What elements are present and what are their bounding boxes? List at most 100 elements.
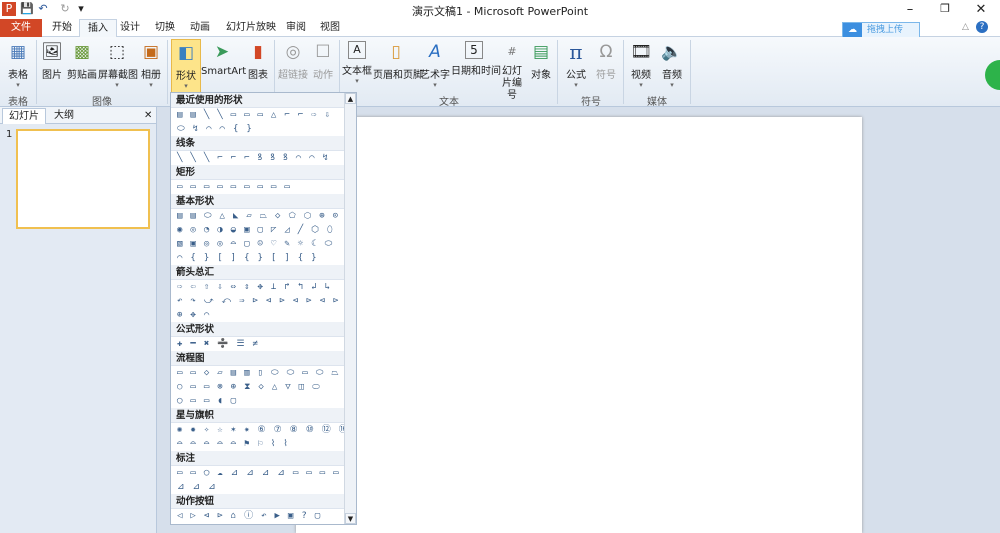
shapes-button[interactable]: ◧ 形状 ▾ <box>171 39 201 94</box>
label: 图表 <box>248 70 268 81</box>
shape-row[interactable]: ▭▭◯☁⊿⊿⊿⊿▭▭▭▭ <box>171 466 345 480</box>
shape-row[interactable]: ⊿⊿⊿ <box>171 480 345 494</box>
shape-row[interactable]: ▤▤╲╲▭▭▭△⌐⌐⇨⇩ <box>171 108 345 122</box>
shape-row[interactable]: ⌓⌓⌓⌓⌓⚑⚐⌇⌇ <box>171 437 345 451</box>
label: 公式 <box>566 70 586 81</box>
shape-row[interactable]: ◁▷⊲⊳⌂ⓘ↶▶▣?▢ <box>171 509 345 523</box>
shape-row[interactable]: ▧▣◎◎⌓▢☺♡✎☼☾⬭ <box>171 237 345 251</box>
shape-row[interactable]: ╲╲╲⌐⌐⌐ꝸꝸꝸ⌒⌒↯ <box>171 151 345 165</box>
object-button[interactable]: ▤ 对象 <box>528 39 554 91</box>
tab-outline[interactable]: 大纲 <box>48 108 80 123</box>
group-label-media: 媒体 <box>647 97 667 108</box>
shape-row[interactable]: ↶↷⤻⤺⇒⊳⊲⊳⊲⊳⊲⊳ <box>171 294 345 308</box>
group-label-table: 表格 <box>8 97 28 108</box>
chart-button[interactable]: ▮ 图表 <box>245 39 271 91</box>
header-footer-icon: ▯ <box>391 42 401 62</box>
hyperlink-button[interactable]: ◎ 超链接 <box>277 39 309 91</box>
group-label-images: 图像 <box>92 97 112 108</box>
section-header: 流程图 <box>171 351 345 366</box>
shape-row[interactable]: ⬭↯⌒⌒{} <box>171 122 345 136</box>
dropdown-arrow: ▾ <box>639 81 643 89</box>
shape-row[interactable]: ◯▭▭◖▢ <box>171 394 345 408</box>
header-footer-button[interactable]: ▯ 页眉和页脚 <box>373 39 423 91</box>
video-button[interactable]: 🎞 视频 ▾ <box>627 39 655 91</box>
label: 相册 <box>141 70 161 81</box>
dropdown-arrow: ▾ <box>574 81 578 89</box>
shape-row[interactable]: ⊕✥⌒ <box>171 308 345 322</box>
section-header: 箭头总汇 <box>171 265 345 280</box>
title-bar: P 💾 ↶ ↻ ▾ 演示文稿1 - Microsoft PowerPoint –… <box>0 0 1000 19</box>
gallery-scrollbar[interactable]: ▲ ▼ <box>344 93 356 524</box>
dropdown-arrow: ▾ <box>184 82 188 90</box>
label: 页眉和页脚 <box>373 70 423 81</box>
label: 超链接 <box>278 70 308 81</box>
tab-slides[interactable]: 幻灯片 <box>2 108 46 124</box>
slide-number-icon: # <box>507 45 517 58</box>
tab-design[interactable]: 设计 <box>112 19 148 37</box>
divider <box>623 40 624 104</box>
shape-row[interactable]: ⌒{}[]{}[]{} <box>171 251 345 265</box>
clipart-button[interactable]: ▩ 剪贴画 <box>67 39 97 91</box>
tab-review[interactable]: 审阅 <box>278 19 314 37</box>
section-header: 矩形 <box>171 165 345 180</box>
minimize-button[interactable]: – <box>895 2 925 17</box>
section-header: 公式形状 <box>171 322 345 337</box>
section-header: 标注 <box>171 451 345 466</box>
divider <box>36 40 37 104</box>
screenshot-button[interactable]: ⬚ 屏幕截图 ▾ <box>98 39 138 91</box>
shape-row[interactable]: ◉◎◔◑◒▣▢◸◿╱⬡⬯ <box>171 223 345 237</box>
dropdown-arrow: ▾ <box>433 81 437 89</box>
action-button[interactable]: ☐ 动作 <box>310 39 336 91</box>
shape-row[interactable]: ▭▭◇▱▤▥▯⬭⬭▭⬭⏢ <box>171 366 345 380</box>
shape-row[interactable]: ✺✹✧☆✶✷⑥⑦⑧⑩⑫⑯ <box>171 423 345 437</box>
slide-canvas[interactable] <box>296 117 862 533</box>
album-button[interactable]: ▣ 相册 ▾ <box>137 39 165 91</box>
help-icon[interactable]: ? <box>976 21 988 33</box>
shape-row[interactable]: ▤▤⬭△◣▱⏢◇⬠⬡⊕⊙ <box>171 209 345 223</box>
label: 表格 <box>8 70 28 81</box>
scroll-down-button[interactable]: ▼ <box>345 513 356 524</box>
date-time-button[interactable]: 5 日期和时间 <box>451 39 501 91</box>
shape-row[interactable]: ▭▭▭▭▭▭▭▭▭ <box>171 180 345 194</box>
shape-row[interactable]: ○▭▭⊗⊕⧗◇△▽◫⬭ <box>171 380 345 394</box>
shape-row[interactable]: ⇨⇦⇧⇩⇔⇕✥⊥↱↰↲↳ <box>171 280 345 294</box>
symbol-button[interactable]: Ω 符号 <box>593 39 619 91</box>
audio-button[interactable]: 🔈 音频 ▾ <box>658 39 686 91</box>
textbox-icon: A <box>348 41 366 59</box>
dropdown-arrow: ▾ <box>115 81 119 89</box>
tab-file[interactable]: 文件 <box>0 19 42 37</box>
group-label-text: 文本 <box>439 97 459 108</box>
table-button[interactable]: ▦ 表格 ▾ <box>2 39 34 91</box>
pi-icon: π <box>569 40 583 64</box>
label: 屏幕截图 <box>98 70 138 81</box>
window-title: 演示文稿1 - Microsoft PowerPoint <box>411 5 589 18</box>
slide-thumbnail[interactable] <box>16 129 150 229</box>
tab-animations[interactable]: 动画 <box>182 19 218 37</box>
wordart-button[interactable]: A 艺术字 ▾ <box>420 39 450 91</box>
tab-home[interactable]: 开始 <box>44 19 80 37</box>
scroll-up-button[interactable]: ▲ <box>345 93 356 104</box>
section-header: 基本形状 <box>171 194 345 209</box>
tab-transitions[interactable]: 切换 <box>147 19 183 37</box>
shape-row[interactable]: ✚━✖➗☰≠ <box>171 337 345 351</box>
tab-view[interactable]: 视图 <box>312 19 348 37</box>
omega-icon: Ω <box>599 42 613 62</box>
speaker-icon: 🔈 <box>661 42 683 62</box>
slide-number-button[interactable]: # 幻灯片编号 <box>498 39 526 101</box>
tab-slideshow[interactable]: 幻灯片放映 <box>218 19 284 37</box>
restore-button[interactable]: ❐ <box>930 2 960 15</box>
picture-button[interactable]: 🖼 图片 <box>38 39 66 91</box>
wordart-icon: A <box>429 42 441 62</box>
calendar-icon: 5 <box>465 41 483 59</box>
equation-button[interactable]: π 公式 ▾ <box>562 39 590 91</box>
smartart-icon: ➤ <box>214 42 230 62</box>
minimize-ribbon-icon[interactable]: △ <box>962 22 969 32</box>
picture-icon: 🖼 <box>41 42 63 62</box>
smartart-button[interactable]: ➤ SmartArt <box>201 39 246 91</box>
clipart-icon: ▩ <box>73 42 91 62</box>
textbox-button[interactable]: A 文本框 ▾ <box>342 39 372 91</box>
close-button[interactable]: ✕ <box>966 2 996 17</box>
close-pane-icon[interactable]: ✕ <box>138 108 158 123</box>
album-icon: ▣ <box>142 42 160 62</box>
label: 符号 <box>596 70 616 81</box>
